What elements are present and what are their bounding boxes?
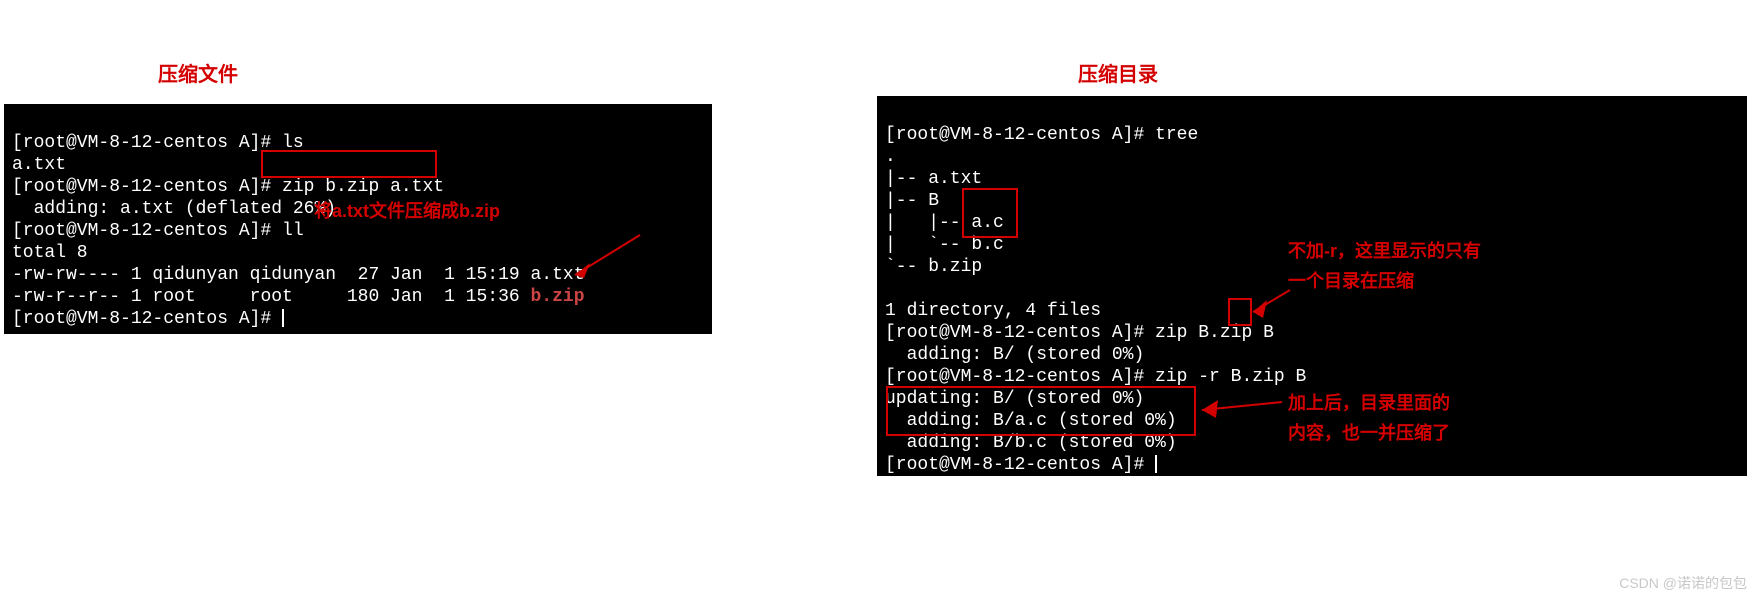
term-line: |-- a.txt <box>885 169 982 189</box>
term-line: a.txt <box>12 155 66 175</box>
term-line: -rw-rw---- 1 qidunyan qidunyan 27 Jan 1 … <box>12 265 585 285</box>
right-annotation-2: 加上后，目录里面的 内容，也一并压缩了 <box>1288 388 1450 448</box>
term-line: 1 directory, 4 files <box>885 301 1101 321</box>
term-line: | `-- b.c <box>885 235 1004 255</box>
term-line: | |-- a.c <box>885 213 1004 233</box>
term-line: |-- B <box>885 191 939 211</box>
term-line: [root@VM-8-12-centos A]# ls <box>12 133 304 153</box>
term-line: updating: B/ (stored 0%) <box>885 389 1144 409</box>
term-line: [root@VM-8-12-centos A]# zip B.zip B <box>885 323 1274 343</box>
annotation-line: 加上后，目录里面的 <box>1288 388 1450 418</box>
annotation-line: 不加-r，这里显示的只有 <box>1288 236 1481 266</box>
term-line: adding: B/b.c (stored 0%) <box>885 433 1177 453</box>
term-line: adding: a.txt (deflated 26%) <box>12 199 336 219</box>
term-line: [root@VM-8-12-centos A]# zip b.zip a.txt <box>12 177 444 197</box>
term-line: [root@VM-8-12-centos A]# tree <box>885 125 1198 145</box>
watermark: CSDN @诺诺的包包 <box>1619 573 1747 593</box>
annotation-line: 一个目录在压缩 <box>1288 266 1481 296</box>
term-line: `-- b.zip <box>885 257 982 277</box>
cursor-icon <box>282 309 284 327</box>
term-line: [root@VM-8-12-centos A]# zip -r B.zip B <box>885 367 1306 387</box>
term-line: [root@VM-8-12-centos A]# <box>885 455 1157 475</box>
left-title: 压缩文件 <box>158 58 238 87</box>
term-line: [root@VM-8-12-centos A]# <box>12 309 284 329</box>
right-annotation-1: 不加-r，这里显示的只有 一个目录在压缩 <box>1288 236 1481 296</box>
term-line: [root@VM-8-12-centos A]# ll <box>12 221 304 241</box>
term-line: adding: B/ (stored 0%) <box>885 345 1144 365</box>
annotation-line: 内容，也一并压缩了 <box>1288 418 1450 448</box>
term-line: adding: B/a.c (stored 0%) <box>885 411 1177 431</box>
left-annotation: 将a.txt文件压缩成b.zip <box>314 196 500 226</box>
right-title: 压缩目录 <box>1078 58 1158 87</box>
term-line: -rw-r--r-- 1 root root 180 Jan 1 15:36 b… <box>12 287 585 307</box>
term-line: . <box>885 147 896 167</box>
cursor-icon <box>1155 455 1157 473</box>
term-line: total 8 <box>12 243 88 263</box>
